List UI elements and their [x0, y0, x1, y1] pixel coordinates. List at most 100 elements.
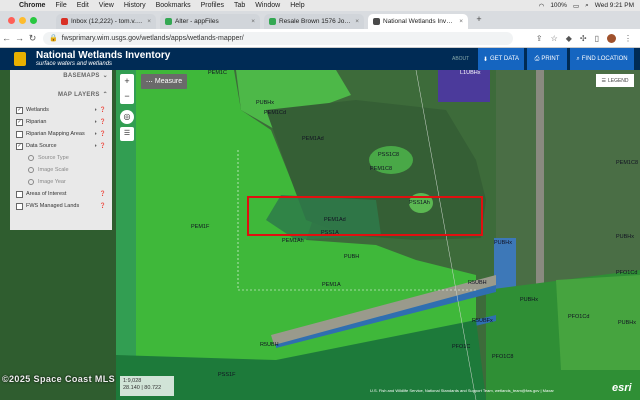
checkbox-unchecked[interactable]: [16, 190, 23, 198]
basemaps-section-toggle[interactable]: BASEMAPS ⌄: [10, 70, 112, 81]
map-layers-section-toggle[interactable]: MAP LAYERS ⌃: [10, 89, 112, 100]
menu-view[interactable]: View: [94, 2, 119, 9]
tab-alter[interactable]: Alter - appFiles ×: [160, 14, 260, 29]
app-header: National Wetlands Inventory surface wate…: [0, 48, 640, 70]
radio-button[interactable]: [28, 167, 34, 173]
print-button[interactable]: ⎙ PRINT: [527, 48, 567, 70]
back-arrow-icon[interactable]: ←: [0, 33, 13, 43]
info-icon[interactable]: ❓: [100, 131, 106, 137]
layer-riparian[interactable]: ✓ Riparian ◑ ❓: [10, 116, 112, 128]
info-icon[interactable]: ❓: [100, 143, 106, 149]
legend-button[interactable]: ☰ LEGEND: [596, 74, 634, 87]
search-icon: ⌕: [576, 55, 580, 62]
find-location-button[interactable]: ⌕ FIND LOCATION: [570, 48, 634, 70]
bookmark-star-icon[interactable]: ☆: [551, 34, 558, 43]
gmail-icon: [61, 18, 68, 25]
tab-title: Resale Brown 1576 Jones Rd ...: [279, 18, 352, 25]
minimize-window-button[interactable]: [19, 16, 26, 24]
layer-riparian-mapping-areas[interactable]: Riparian Mapping Areas ◑ ❓: [10, 128, 112, 140]
wetland-label: PUBHx: [256, 100, 275, 106]
info-icon[interactable]: ❓: [100, 203, 106, 209]
close-window-button[interactable]: [8, 16, 15, 24]
puzzle-icon[interactable]: ✣: [580, 34, 587, 43]
wetland-label: PEM1Ad: [302, 136, 324, 142]
tab-wetlands[interactable]: National Wetlands Inventory ×: [368, 14, 468, 29]
sidebar-icon[interactable]: ▯: [595, 34, 599, 43]
ruler-icon: ⋯: [145, 78, 153, 86]
wetland-label: PEM1C: [208, 70, 227, 76]
info-icon[interactable]: ❓: [100, 107, 106, 113]
layer-label: Riparian Mapping Areas: [26, 131, 85, 137]
close-tab-icon[interactable]: ×: [459, 18, 463, 25]
checkbox-checked[interactable]: ✓: [16, 118, 23, 126]
tab-gmail[interactable]: Inbox (12,222) - tom.v.donnel... ×: [56, 14, 156, 29]
address-bar[interactable]: 🔒 fwsprimary.wim.usgs.gov/wetlands/apps/…: [43, 31, 513, 45]
battery-level[interactable]: 100%: [550, 2, 567, 9]
search-icon[interactable]: ⌕: [585, 2, 589, 10]
zoom-window-button[interactable]: [30, 16, 37, 24]
mls-watermark: ©2025 Space Coast MLS: [2, 374, 116, 384]
option-image-scale[interactable]: Image Scale: [10, 164, 112, 176]
chevron-down-icon: ⌄: [102, 73, 108, 79]
menu-edit[interactable]: Edit: [72, 2, 94, 9]
globe-icon: [373, 18, 380, 25]
opacity-icon[interactable]: ◑: [94, 131, 97, 137]
locate-me-button[interactable]: ◎: [120, 110, 134, 124]
measure-button[interactable]: ⋯ Measure: [141, 74, 187, 89]
menu-chrome[interactable]: Chrome: [14, 2, 50, 9]
measure-label: Measure: [154, 78, 183, 85]
checkbox-unchecked[interactable]: [16, 130, 23, 138]
menu-bookmarks[interactable]: Bookmarks: [151, 2, 196, 9]
opacity-icon[interactable]: ◑: [94, 119, 97, 125]
forward-arrow-icon[interactable]: →: [13, 33, 26, 43]
zoom-out-button[interactable]: −: [120, 89, 134, 104]
info-icon[interactable]: ❓: [100, 191, 106, 197]
tab-resale[interactable]: Resale Brown 1576 Jones Rd ... ×: [264, 14, 364, 29]
download-icon: ⬇: [482, 56, 488, 63]
wetland-label: PUBHx: [616, 234, 635, 240]
wetlands-map[interactable]: PEM1C L1UBHx PUBHx PEM1Cd PEM1Ad PSS1C8 …: [116, 70, 640, 400]
menu-kebab-icon[interactable]: ⋮: [624, 34, 632, 43]
layer-areas-of-interest[interactable]: Areas of Interest ❓: [10, 188, 112, 200]
highlight-box: [247, 196, 483, 236]
layer-data-source[interactable]: ✓ Data Source ◑ ❓: [10, 140, 112, 152]
close-tab-icon[interactable]: ×: [147, 18, 151, 25]
option-image-year[interactable]: Image Year: [10, 176, 112, 188]
menu-profiles[interactable]: Profiles: [196, 2, 229, 9]
profile-avatar[interactable]: [607, 33, 616, 43]
option-source-type[interactable]: Source Type: [10, 152, 112, 164]
menu-window[interactable]: Window: [250, 2, 285, 9]
opacity-icon[interactable]: ◑: [94, 107, 97, 113]
checkbox-unchecked[interactable]: [16, 202, 23, 210]
close-tab-icon[interactable]: ×: [251, 18, 255, 25]
zoom-in-button[interactable]: +: [120, 74, 134, 89]
reload-icon[interactable]: ↻: [26, 33, 39, 44]
menu-tab[interactable]: Tab: [229, 2, 250, 9]
menu-history[interactable]: History: [119, 2, 151, 9]
checkbox-checked[interactable]: ✓: [16, 106, 23, 114]
layer-label: FWS Managed Lands: [26, 203, 80, 209]
home-extent-button[interactable]: ☰: [120, 127, 134, 141]
wetland-label: PSS1C8: [378, 152, 400, 158]
extension-icon[interactable]: ◆: [566, 34, 572, 43]
opacity-icon[interactable]: ◑: [94, 143, 97, 149]
app-title: National Wetlands Inventory: [36, 50, 171, 61]
info-icon[interactable]: ❓: [100, 119, 106, 125]
get-data-button[interactable]: ⬇ GET DATA: [478, 48, 524, 70]
about-link[interactable]: ABOUT: [452, 56, 469, 62]
checkbox-checked[interactable]: ✓: [16, 142, 23, 150]
close-tab-icon[interactable]: ×: [355, 18, 359, 25]
wetland-label: PEM1A: [322, 282, 341, 288]
radio-button[interactable]: [28, 179, 34, 185]
clock[interactable]: Wed 9:21 PM: [595, 2, 634, 9]
share-icon[interactable]: ⇪: [536, 34, 543, 43]
new-tab-button[interactable]: +: [472, 14, 486, 29]
layer-wetlands[interactable]: ✓ Wetlands ◑ ❓: [10, 104, 112, 116]
print-label: PRINT: [541, 56, 560, 62]
menu-file[interactable]: File: [50, 2, 71, 9]
radio-button[interactable]: [28, 155, 34, 161]
wetland-label: R5UBFx: [472, 318, 493, 324]
wifi-icon[interactable]: ◠: [539, 2, 545, 10]
menu-help[interactable]: Help: [285, 2, 309, 9]
layer-fws-managed-lands[interactable]: FWS Managed Lands ❓: [10, 200, 112, 212]
